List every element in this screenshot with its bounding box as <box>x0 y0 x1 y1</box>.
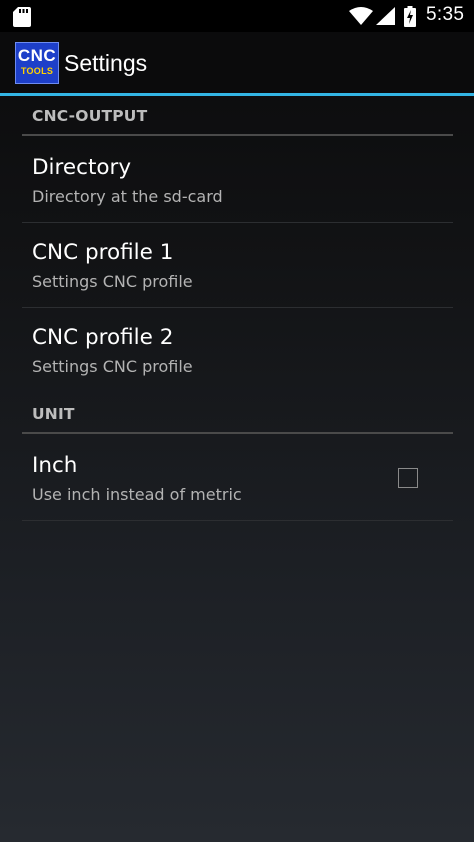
pref-title: Inch <box>32 453 78 478</box>
section-header-cnc-output: CNC-OUTPUT <box>32 107 148 125</box>
pref-title: CNC profile 1 <box>32 240 174 265</box>
app-logo-subtext: TOOLS <box>20 66 54 76</box>
section-header-unit: UNIT <box>32 405 75 423</box>
status-bar: 5:35 <box>0 0 474 32</box>
pref-item-directory[interactable]: Directory Directory at the sd-card <box>0 137 474 222</box>
page-title: Settings <box>64 50 148 76</box>
sd-card-icon <box>13 7 31 31</box>
pref-item-cnc-profile-2[interactable]: CNC profile 2 Settings CNC profile <box>0 308 474 393</box>
pref-summary: Directory at the sd-card <box>32 187 223 206</box>
pref-title: Directory <box>32 155 132 180</box>
section-divider <box>22 432 453 434</box>
inch-checkbox[interactable] <box>398 468 418 488</box>
app-logo-text: CNC <box>17 46 57 65</box>
pref-item-cnc-profile-1[interactable]: CNC profile 1 Settings CNC profile <box>0 223 474 307</box>
section-divider <box>22 134 453 136</box>
pref-summary: Settings CNC profile <box>32 272 193 291</box>
app-logo[interactable]: CNC TOOLS <box>15 42 59 84</box>
pref-title: CNC profile 2 <box>32 325 174 350</box>
item-divider <box>22 520 453 521</box>
action-bar-divider <box>0 93 474 96</box>
cell-signal-icon <box>376 7 395 29</box>
wifi-icon <box>349 7 373 29</box>
battery-charging-icon <box>404 6 416 31</box>
pref-summary: Use inch instead of metric <box>32 485 242 504</box>
pref-summary: Settings CNC profile <box>32 357 193 376</box>
status-time: 5:35 <box>426 4 465 25</box>
pref-item-inch[interactable]: Inch Use inch instead of metric <box>0 435 474 520</box>
